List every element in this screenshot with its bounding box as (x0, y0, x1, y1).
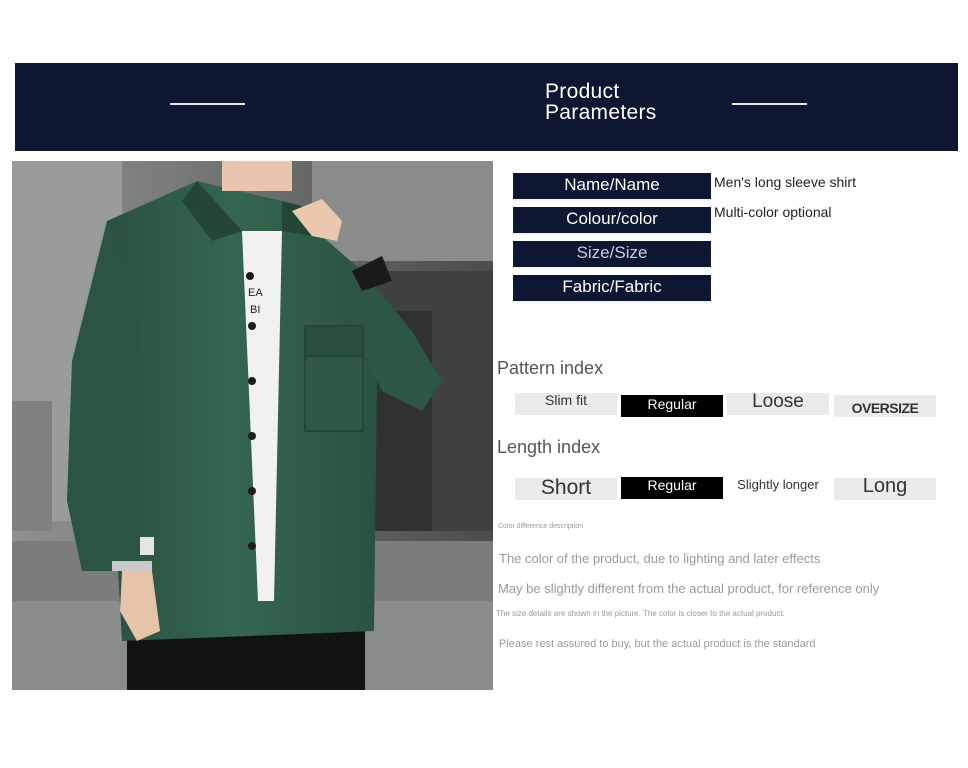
param-label-colour: Colour/color (513, 207, 711, 235)
length-option-long: Long (834, 476, 936, 500)
length-option-slightly-longer: Slightly longer (727, 476, 829, 498)
length-option-short: Short (515, 477, 617, 500)
pattern-option-slim-fit: Slim fit (515, 393, 617, 415)
product-photo-illustration: EA BI (12, 161, 493, 690)
param-label-size: Size/Size (513, 241, 711, 269)
product-photo: EA BI (12, 161, 493, 690)
pattern-index-title: Pattern index (497, 358, 604, 378)
param-value-colour: Multi-color optional (714, 204, 832, 220)
page-title: Product Parameters (545, 80, 657, 124)
pattern-option-loose: Loose (727, 392, 829, 415)
pattern-option-regular: Regular (621, 395, 723, 417)
note-line-1: The color of the product, due to lightin… (499, 551, 821, 566)
param-label-name: Name/Name (513, 173, 711, 201)
header-banner: Product Parameters (15, 63, 958, 151)
banner-rule-right (732, 103, 807, 105)
length-option-regular: Regular (621, 477, 723, 499)
param-label-fabric: Fabric/Fabric (513, 275, 711, 303)
param-value-name: Men's long sleeve shirt (714, 174, 856, 190)
shirt-print-line1: EA (248, 287, 263, 299)
note-heading: Color difference description (498, 523, 584, 530)
pattern-option-oversize: OVERSIZE (834, 395, 936, 417)
banner-rule-left (170, 103, 245, 105)
length-index-title: Length index (497, 437, 601, 457)
note-line-3: The size details are shown in the pictur… (496, 609, 785, 618)
note-line-4: Please rest assured to buy, but the actu… (499, 638, 816, 650)
shirt-print-line2: BI (250, 304, 260, 316)
note-line-2: May be slightly different from the actua… (498, 581, 880, 596)
